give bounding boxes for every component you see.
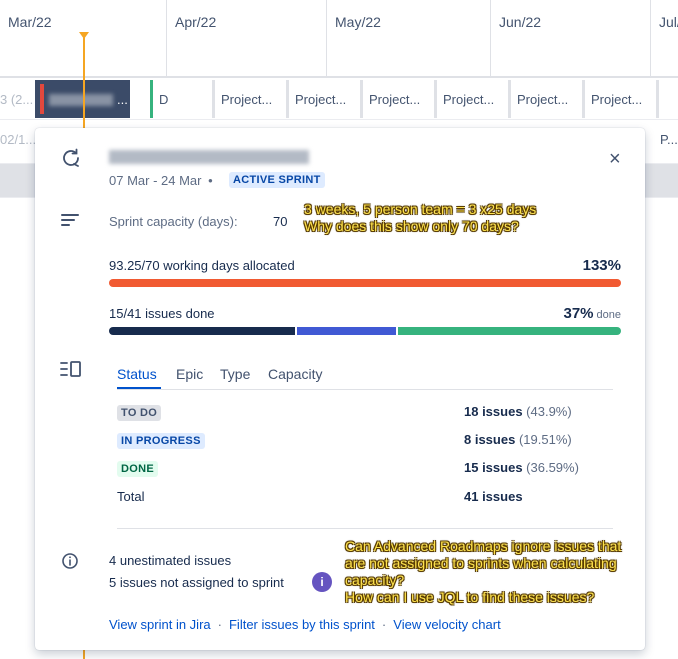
section-divider bbox=[117, 528, 613, 529]
sprint-date-range: 07 Mar - 24 Mar bbox=[109, 173, 202, 188]
todo-percent: (43.9%) bbox=[526, 404, 572, 419]
annotation-capacity-note: 3 weeks, 5 person team = 3 x25 days Why … bbox=[304, 201, 537, 234]
issue-chip[interactable]: Project... bbox=[286, 80, 358, 118]
issue-chip-label: D bbox=[159, 92, 169, 107]
issue-chip-label: Project... bbox=[517, 92, 569, 107]
tab-type[interactable]: Type bbox=[220, 366, 250, 382]
close-icon[interactable]: × bbox=[609, 148, 621, 171]
capacity-label: Sprint capacity (days): bbox=[109, 214, 238, 229]
roadmap-view: Mar/22 Apr/22 May/22 Jun/22 Jul/ 3 (2...… bbox=[0, 0, 678, 659]
view-sprint-link[interactable]: View sprint in Jira bbox=[109, 617, 211, 632]
sprint-cycle-icon bbox=[59, 146, 83, 175]
issue-chip-partial: P... bbox=[660, 132, 678, 147]
in-progress-count-value: 8 issues bbox=[464, 432, 516, 447]
sprint-name-redacted bbox=[49, 94, 113, 106]
timeline-header: Mar/22 Apr/22 May/22 Jun/22 Jul/ bbox=[0, 0, 678, 78]
issue-bar-segment-in-progress bbox=[296, 327, 396, 335]
issue-chip[interactable]: Project... bbox=[434, 80, 506, 118]
issue-chip[interactable]: Project... bbox=[212, 80, 284, 118]
month-jun-22: Jun/22 bbox=[490, 0, 650, 76]
tab-epic[interactable]: Epic bbox=[176, 366, 203, 382]
annotation-issues-note: Can Advanced Roadmaps ignore issues that… bbox=[345, 538, 622, 605]
unassigned-issues-text: 5 issues not assigned to sprint bbox=[109, 575, 284, 590]
issue-chip[interactable] bbox=[656, 80, 678, 118]
sprint-name-redacted bbox=[109, 150, 309, 164]
sprint-overallocated-marker bbox=[40, 84, 44, 114]
issue-progress-bar bbox=[109, 327, 621, 335]
issue-chip-label: Project... bbox=[295, 92, 347, 107]
tab-status[interactable]: Status bbox=[117, 366, 157, 382]
popup-links: View sprint in Jira · Filter issues by thi… bbox=[109, 617, 501, 632]
info-circle-icon bbox=[61, 552, 79, 575]
dates-separator: • bbox=[208, 173, 213, 188]
link-separator: · bbox=[217, 617, 222, 632]
info-icon[interactable]: i bbox=[312, 572, 332, 592]
allocation-percent: 133% bbox=[582, 257, 621, 274]
capacity-lines-icon bbox=[59, 212, 81, 233]
status-lozenge-todo: TO DO bbox=[117, 405, 162, 421]
todo-count-value: 18 issues bbox=[464, 404, 523, 419]
velocity-chart-link[interactable]: View velocity chart bbox=[393, 617, 500, 632]
tab-capacity[interactable]: Capacity bbox=[268, 366, 322, 382]
allocation-bar-fill bbox=[109, 279, 621, 287]
today-marker-icon bbox=[79, 32, 89, 39]
month-jul-22: Jul/ bbox=[650, 0, 678, 76]
month-apr-22: Apr/22 bbox=[166, 0, 326, 76]
breakdown-tabs: Status Epic Type Capacity bbox=[117, 364, 613, 390]
done-count-value: 15 issues bbox=[464, 460, 523, 475]
issue-bar-segment-done bbox=[109, 327, 295, 335]
in-progress-percent: (19.51%) bbox=[518, 432, 572, 447]
todo-count: 18 issues (43.9%) bbox=[464, 404, 572, 419]
allocation-text: 93.25/70 working days allocated bbox=[109, 258, 295, 273]
done-percent-suffix: done bbox=[596, 309, 621, 321]
issue-chip[interactable]: Project... bbox=[508, 80, 580, 118]
sprint-bar-ellipsis: ... bbox=[117, 92, 128, 107]
total-label: Total bbox=[117, 489, 145, 504]
issue-chip[interactable]: D bbox=[150, 80, 210, 118]
issue-chip-label: Project... bbox=[443, 92, 495, 107]
issue-bar-segment-todo bbox=[397, 327, 621, 335]
issue-chip[interactable]: Project... bbox=[582, 80, 654, 118]
timeline-row: 3 (2... ... D Project... Project... Proj… bbox=[0, 80, 678, 120]
issues-done-text: 15/41 issues done bbox=[109, 306, 215, 321]
status-badge: ACTIVE SPRINT bbox=[229, 172, 325, 188]
done-percent-value: 37% bbox=[563, 305, 594, 322]
allocation-bar bbox=[109, 279, 621, 287]
sprint-dates: 07 Mar - 24 Mar • bbox=[109, 173, 213, 188]
issue-chip-label: Project... bbox=[221, 92, 273, 107]
in-progress-count: 8 issues (19.51%) bbox=[464, 432, 572, 447]
issues-done-percent: 37% done bbox=[563, 305, 621, 322]
month-may-22: May/22 bbox=[326, 0, 490, 76]
issue-chip[interactable]: Project... bbox=[360, 80, 432, 118]
done-count: 15 issues (36.59%) bbox=[464, 460, 579, 475]
row-label-partial: 02/1... bbox=[0, 132, 37, 147]
capacity-value[interactable]: 70 bbox=[273, 214, 287, 229]
link-separator: · bbox=[381, 617, 387, 632]
unestimated-issues-text: 4 unestimated issues bbox=[109, 553, 232, 568]
issue-chip-label: Project... bbox=[369, 92, 421, 107]
status-lozenge-in-progress: IN PROGRESS bbox=[117, 433, 205, 449]
done-percent: (36.59%) bbox=[526, 460, 579, 475]
filter-issues-link[interactable]: Filter issues by this sprint bbox=[229, 617, 375, 632]
active-tab-indicator bbox=[117, 387, 161, 389]
breakdown-list-icon bbox=[59, 360, 83, 383]
status-lozenge-done: DONE bbox=[117, 461, 158, 477]
row-label-partial: 3 (2... bbox=[0, 92, 34, 107]
total-value: 41 issues bbox=[464, 489, 523, 504]
issue-chip-label: Project... bbox=[591, 92, 643, 107]
